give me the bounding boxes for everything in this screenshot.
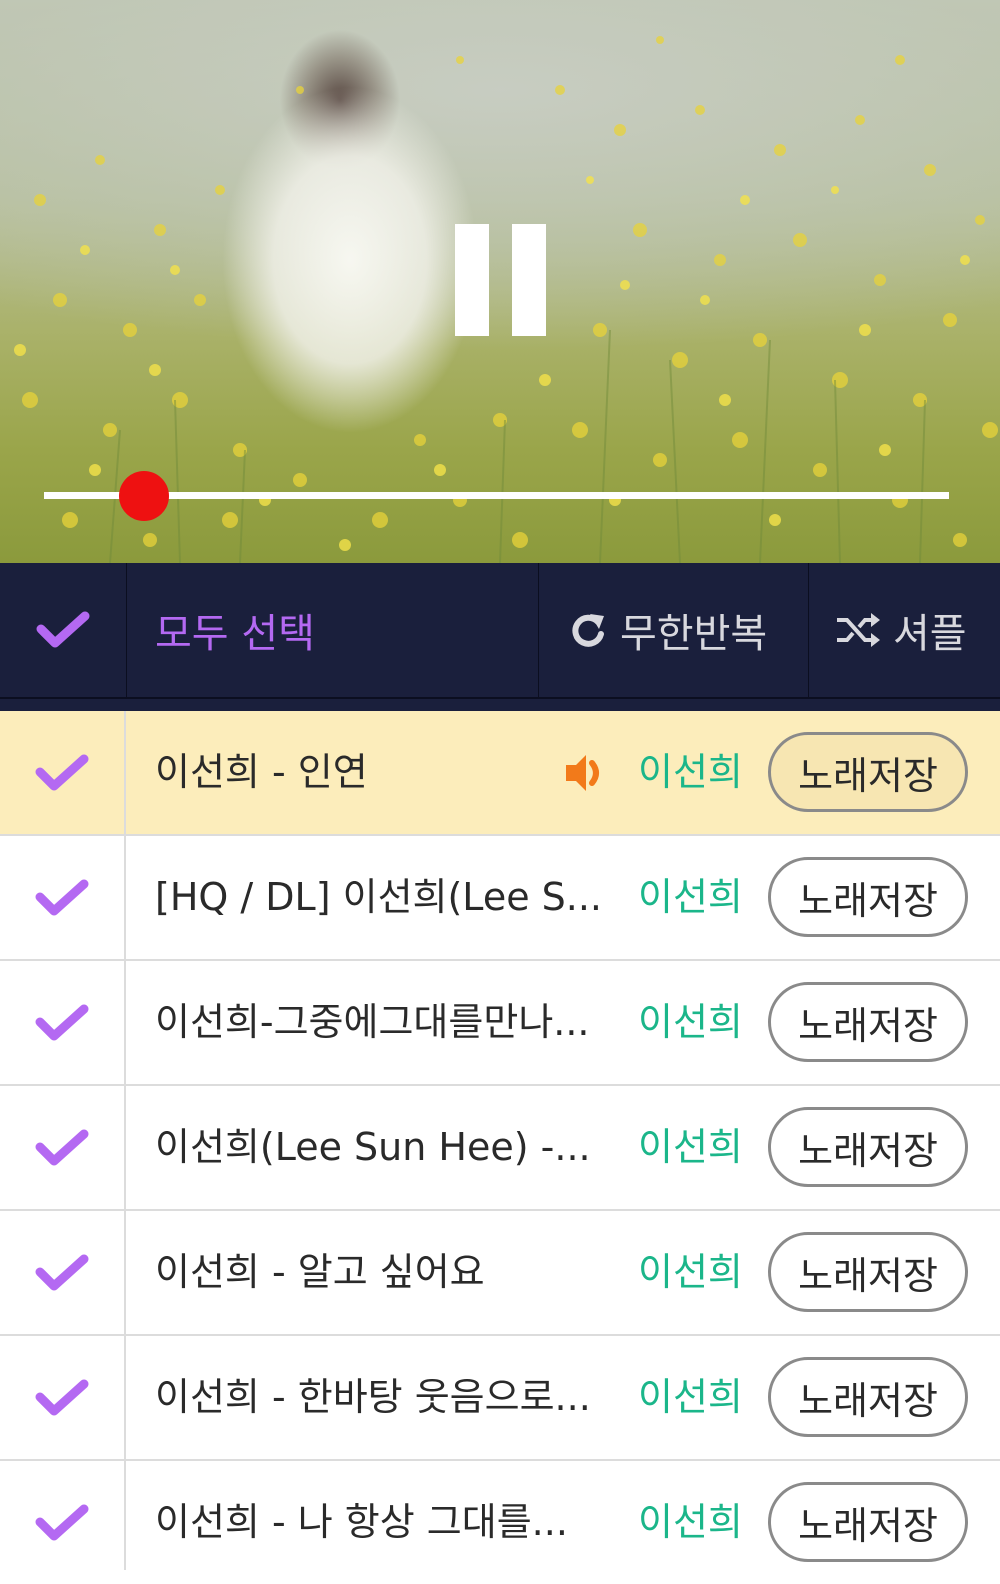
- pause-icon-bar[interactable]: [512, 224, 546, 336]
- shuffle-icon: [837, 613, 880, 647]
- check-icon: [35, 879, 89, 915]
- check-icon: [35, 1379, 89, 1415]
- song-artist: 이선희: [638, 1500, 743, 1544]
- save-song-button[interactable]: 노래저장: [768, 857, 968, 937]
- song-title: 이선희 - 한바탕 웃음으로...: [155, 1375, 591, 1419]
- row-checkbox[interactable]: [0, 961, 126, 1084]
- select-all-button[interactable]: 모두 선택: [155, 563, 535, 697]
- check-icon: [35, 754, 89, 790]
- row-checkbox[interactable]: [0, 836, 126, 959]
- save-song-button[interactable]: 노래저장: [768, 732, 968, 812]
- playlist-row[interactable]: 이선희 - 인연 이선희 노래저장: [0, 711, 1000, 836]
- row-checkbox[interactable]: [0, 1086, 126, 1209]
- save-song-button[interactable]: 노래저장: [768, 1107, 968, 1187]
- playlist-row[interactable]: [HQ / DL] 이선희(Lee S... 이선희 노래저장: [0, 836, 1000, 961]
- row-checkbox[interactable]: [0, 711, 126, 834]
- song-title: 이선희 - 알고 싶어요: [155, 1250, 485, 1294]
- save-song-button[interactable]: 노래저장: [768, 982, 968, 1062]
- song-title: 이선희 - 나 항상 그대를...: [155, 1500, 568, 1544]
- toolbar-separator: [0, 699, 1000, 711]
- song-artist: 이선희: [638, 1125, 743, 1169]
- save-song-button[interactable]: 노래저장: [768, 1357, 968, 1437]
- check-icon: [35, 1004, 89, 1040]
- song-artist: 이선희: [638, 1375, 743, 1419]
- repeat-label: 무한반복: [620, 611, 768, 657]
- now-playing-speaker-icon: [566, 755, 599, 791]
- select-all-label: 모두 선택: [155, 611, 315, 657]
- shuffle-button[interactable]: 셔플: [835, 563, 995, 697]
- song-title: 이선희-그중에그대를만나...: [155, 1000, 590, 1044]
- repeat-button[interactable]: 무한반복: [568, 563, 806, 697]
- seek-thumb[interactable]: [118, 471, 169, 521]
- seek-bar[interactable]: [44, 492, 949, 499]
- row-checkbox[interactable]: [0, 1461, 126, 1570]
- pause-icon[interactable]: [455, 224, 489, 336]
- check-icon: [35, 1254, 89, 1290]
- select-all-checkbox[interactable]: [0, 563, 126, 697]
- save-song-button[interactable]: 노래저장: [768, 1232, 968, 1312]
- check-icon: [36, 611, 90, 648]
- check-icon: [35, 1129, 89, 1165]
- playlist-toolbar: 모두 선택 무한반복 셔플: [0, 563, 1000, 699]
- song-artist: 이선희: [638, 1250, 743, 1294]
- playlist-row[interactable]: 이선희-그중에그대를만나... 이선희 노래저장: [0, 961, 1000, 1086]
- row-checkbox[interactable]: [0, 1336, 126, 1459]
- playlist-row[interactable]: 이선희 - 나 항상 그대를... 이선희 노래저장: [0, 1461, 1000, 1570]
- repeat-icon: [572, 614, 604, 647]
- playlist-row[interactable]: 이선희 - 한바탕 웃음으로... 이선희 노래저장: [0, 1336, 1000, 1461]
- song-title: 이선희 - 인연: [155, 750, 368, 794]
- song-title: [HQ / DL] 이선희(Lee S...: [155, 875, 603, 919]
- save-song-button[interactable]: 노래저장: [768, 1482, 968, 1562]
- playlist-row[interactable]: 이선희 - 알고 싶어요 이선희 노래저장: [0, 1211, 1000, 1336]
- song-title: 이선희(Lee Sun Hee) -...: [155, 1125, 591, 1169]
- video-player[interactable]: [0, 0, 1000, 563]
- song-artist: 이선희: [638, 875, 743, 919]
- shuffle-label: 셔플: [893, 611, 967, 657]
- song-artist: 이선희: [638, 1000, 743, 1044]
- playlist-row[interactable]: 이선희(Lee Sun Hee) -... 이선희 노래저장: [0, 1086, 1000, 1211]
- row-checkbox[interactable]: [0, 1211, 126, 1334]
- check-icon: [35, 1504, 89, 1540]
- song-artist: 이선희: [638, 750, 743, 794]
